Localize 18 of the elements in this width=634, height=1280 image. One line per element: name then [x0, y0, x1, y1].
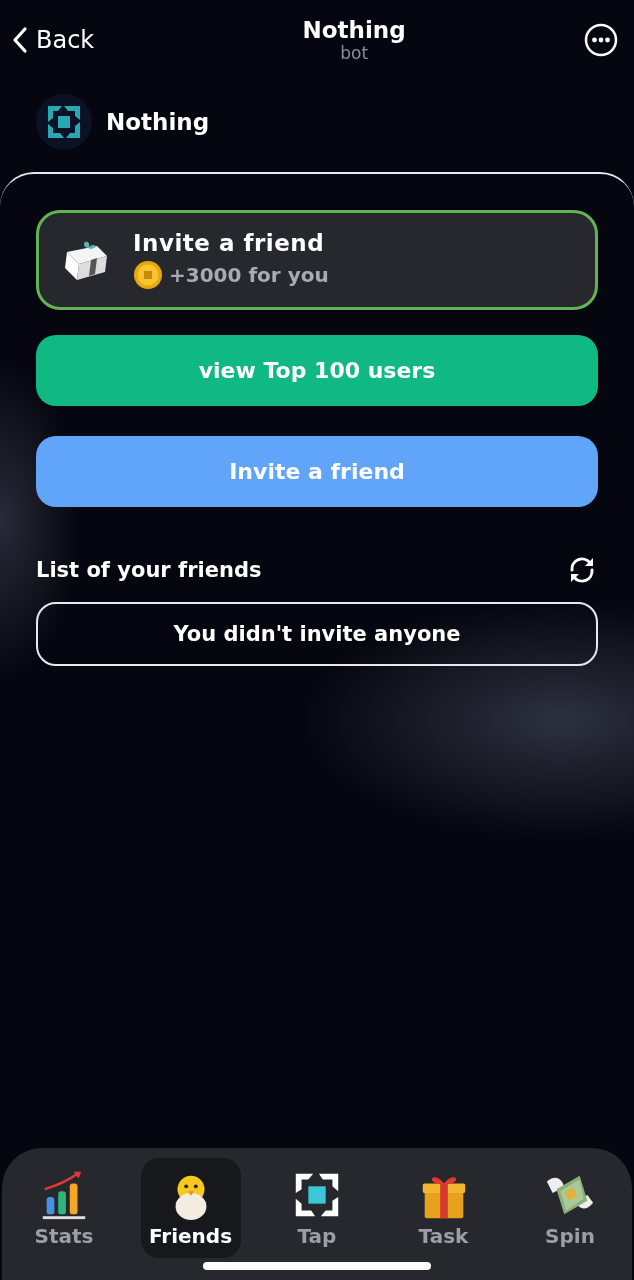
empty-state: You didn't invite anyone	[36, 602, 598, 666]
nav-tab[interactable]: Stats	[14, 1158, 114, 1258]
nav-tab[interactable]: Friends	[140, 1158, 241, 1258]
nav-tab[interactable]: Tap	[267, 1158, 367, 1258]
more-icon[interactable]	[584, 23, 618, 57]
invite-card[interactable]: Invite a friend +3000 for you	[36, 210, 598, 310]
chevron-left-icon	[12, 26, 28, 54]
logo-icon	[36, 94, 92, 150]
header-subtitle: bot	[340, 43, 369, 63]
header-title: Nothing	[302, 17, 406, 43]
nav-tab[interactable]: Task	[393, 1158, 494, 1258]
back-button[interactable]: Back	[12, 26, 95, 54]
nav-tab[interactable]: Spin	[520, 1158, 620, 1258]
bot-name: Nothing	[106, 109, 210, 135]
coin-icon	[133, 260, 163, 290]
reward-text: +3000 for you	[169, 263, 329, 287]
section-heading: List of your friends	[36, 558, 262, 582]
card-title: Invite a friend	[133, 230, 326, 256]
